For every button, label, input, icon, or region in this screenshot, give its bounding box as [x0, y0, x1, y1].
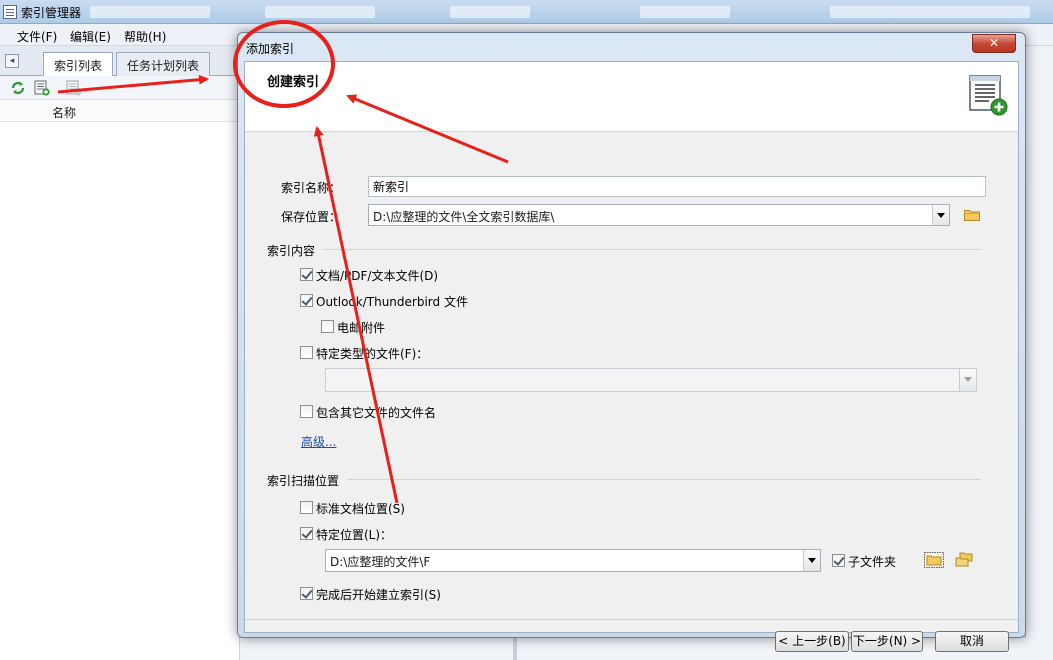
outlook-checkbox[interactable]	[300, 294, 313, 307]
app-icon	[3, 5, 17, 19]
blurred-taskbar-item	[450, 6, 530, 18]
standard-location-label[interactable]: 标准文档位置(S)	[316, 500, 405, 517]
documents-checkbox[interactable]	[300, 268, 313, 281]
index-name-input[interactable]	[368, 176, 986, 197]
subfolders-checkbox[interactable]	[832, 554, 845, 567]
file-types-combo[interactable]	[325, 368, 977, 392]
dialog-body: 创建索引 索引名称： 保存位置： D:\应整理的文件\全文索引数据库\ 索引内容…	[244, 61, 1019, 652]
chevron-down-icon[interactable]	[959, 369, 976, 391]
add-index-dialog: 添加索引 ✕ 创建索引 索引名称： 保存位置： D:\应整理的文件\全文索引数据…	[237, 32, 1026, 652]
list-column-header: 名称	[0, 100, 240, 122]
wizard-header: 创建索引	[245, 62, 1018, 132]
delete-index-icon[interactable]	[66, 80, 82, 96]
cancel-button[interactable]: 取消	[935, 631, 1009, 652]
tab-bar: ◂ 索引列表 任务计划列表	[0, 46, 240, 77]
tab-task-schedule[interactable]: 任务计划列表	[116, 52, 211, 76]
background-splitter[interactable]	[513, 638, 517, 660]
build-after-checkbox[interactable]	[300, 587, 313, 600]
add-index-icon[interactable]	[34, 80, 50, 96]
other-names-checkbox[interactable]	[300, 405, 313, 418]
standard-location-checkbox[interactable]	[300, 501, 313, 514]
specific-location-combo[interactable]: D:\应整理的文件\F	[325, 549, 821, 572]
background-pane	[1025, 46, 1053, 660]
save-location-combo[interactable]: D:\应整理的文件\全文索引数据库\	[368, 204, 950, 226]
chevron-down-icon[interactable]	[932, 205, 949, 225]
specific-location-checkbox[interactable]	[300, 527, 313, 540]
menu-help[interactable]: 帮助(H)	[124, 28, 166, 45]
blurred-taskbar-item	[830, 6, 1030, 18]
browse-folder-icon[interactable]	[964, 208, 980, 221]
back-button[interactable]: < 上一步(B)	[775, 631, 849, 652]
attachments-checkbox[interactable]	[321, 320, 334, 333]
section-divider	[347, 479, 981, 480]
browse-folder-icon[interactable]	[924, 552, 944, 568]
blurred-taskbar-item	[265, 6, 375, 18]
specific-types-checkbox[interactable]	[300, 346, 313, 359]
next-button[interactable]: 下一步(N) >	[851, 631, 923, 652]
specific-types-label[interactable]: 特定类型的文件(F)：	[316, 345, 428, 362]
documents-label[interactable]: 文档/PDF/文本文件(D)	[316, 267, 438, 284]
list-toolbar	[0, 76, 240, 100]
footer-divider	[245, 619, 1018, 620]
wizard-heading: 创建索引	[267, 75, 320, 90]
app-titlebar: 索引管理器	[0, 0, 1053, 24]
specific-location-value: D:\应整理的文件\F	[330, 555, 431, 569]
index-name-label: 索引名称：	[281, 181, 342, 195]
scan-section-title: 索引扫描位置	[267, 474, 340, 488]
advanced-link[interactable]: 高级...	[301, 433, 336, 450]
attachments-label[interactable]: 电邮附件	[337, 319, 385, 336]
tab-index-list[interactable]: 索引列表	[43, 52, 114, 77]
new-index-icon	[969, 75, 1008, 116]
blurred-taskbar-item	[640, 6, 730, 18]
blurred-taskbar-item	[90, 6, 210, 18]
index-list[interactable]	[0, 122, 240, 660]
dialog-title: 添加索引	[246, 42, 295, 56]
tab-scroll-left-icon[interactable]: ◂	[5, 54, 19, 68]
close-button[interactable]: ✕	[972, 34, 1016, 53]
save-location-label: 保存位置：	[281, 210, 342, 224]
subfolders-label[interactable]: 子文件夹	[848, 553, 896, 570]
specific-location-label[interactable]: 特定位置(L)：	[316, 526, 392, 543]
content-section-title: 索引内容	[267, 244, 316, 258]
chevron-down-icon[interactable]	[803, 550, 820, 571]
app-title: 索引管理器	[21, 6, 82, 20]
menu-file[interactable]: 文件(F)	[17, 28, 57, 45]
section-divider	[323, 249, 981, 250]
outlook-label[interactable]: Outlook/Thunderbird 文件	[316, 293, 468, 310]
background-statusbar	[240, 638, 1053, 660]
multi-folder-icon[interactable]	[955, 552, 973, 568]
column-name-label[interactable]: 名称	[52, 104, 76, 121]
refresh-icon[interactable]	[10, 80, 26, 96]
save-location-value: D:\应整理的文件\全文索引数据库\	[373, 210, 555, 224]
menu-edit[interactable]: 编辑(E)	[70, 28, 111, 45]
build-after-label[interactable]: 完成后开始建立索引(S)	[316, 586, 441, 603]
other-names-label[interactable]: 包含其它文件的文件名	[316, 404, 436, 421]
